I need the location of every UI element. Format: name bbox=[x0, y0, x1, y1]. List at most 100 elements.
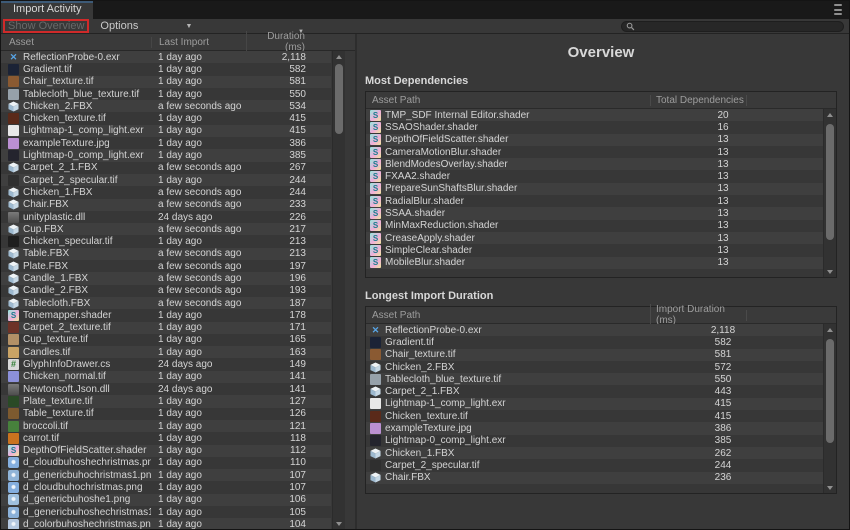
column-header-asset[interactable]: Asset bbox=[1, 37, 151, 48]
duration-cell: 110 bbox=[246, 457, 306, 468]
column-header-duration[interactable]: Duration (ms)▼ bbox=[246, 31, 308, 53]
column-header-import-duration[interactable]: Import Duration (ms) bbox=[650, 304, 746, 326]
table-row[interactable]: SSAOShader.shader16 bbox=[366, 121, 823, 133]
scroll-up-icon[interactable] bbox=[824, 109, 836, 120]
table-row[interactable]: d_colorbuhoshechristmas.png1 day ago104 bbox=[1, 518, 331, 529]
table-row[interactable]: TMP_SDF Internal Editor.shader20 bbox=[366, 109, 823, 121]
table-row[interactable]: Chicken_texture.tif415 bbox=[366, 410, 823, 422]
table-row[interactable]: unityplastic.dll24 days ago226 bbox=[1, 211, 331, 223]
left-scrollbar[interactable] bbox=[332, 51, 345, 529]
table-row[interactable]: Chicken_1.FBX262 bbox=[366, 447, 823, 459]
table-row[interactable]: d_genericbuhoshechristmas1.pn1 day ago10… bbox=[1, 506, 331, 518]
search-input[interactable] bbox=[635, 22, 839, 31]
table-row[interactable]: ReflectionProbe-0.exr2,118 bbox=[366, 324, 823, 336]
table-row[interactable]: Chicken_specular.tif1 day ago213 bbox=[1, 235, 331, 247]
table-row[interactable]: Chair_texture.tif1 day ago581 bbox=[1, 76, 331, 88]
table-scrollbar[interactable] bbox=[823, 109, 836, 277]
table-row[interactable]: RadialBlur.shader13 bbox=[366, 195, 823, 207]
table-row[interactable]: Gradient.tif1 day ago582 bbox=[1, 63, 331, 75]
table-row[interactable]: Chair.FBX236 bbox=[366, 472, 823, 484]
column-header-total-dependencies[interactable]: Total Dependencies bbox=[650, 95, 746, 106]
table-row[interactable]: Chair.FBXa few seconds ago233 bbox=[1, 199, 331, 211]
table-row[interactable]: BlendModesOverlay.shader13 bbox=[366, 158, 823, 170]
table-row[interactable]: DepthOfFieldScatter.shader1 day ago112 bbox=[1, 445, 331, 457]
table-row[interactable]: Carpet_2_specular.tif1 day ago244 bbox=[1, 174, 331, 186]
tab-strip: Import Activity bbox=[1, 1, 849, 19]
table-row[interactable]: Carpet_2_specular.tif244 bbox=[366, 459, 823, 471]
table-row[interactable]: ReflectionProbe-0.exr1 day ago2,118 bbox=[1, 51, 331, 63]
scrollbar-thumb[interactable] bbox=[826, 339, 834, 443]
table-row[interactable]: Carpet_2_texture.tif1 day ago171 bbox=[1, 322, 331, 334]
table-row[interactable]: Newtonsoft.Json.dll24 days ago141 bbox=[1, 383, 331, 395]
table-row[interactable]: MinMaxReduction.shader13 bbox=[366, 220, 823, 232]
table-row[interactable]: Table.FBXa few seconds ago213 bbox=[1, 248, 331, 260]
table-row[interactable]: Cup.FBXa few seconds ago217 bbox=[1, 223, 331, 235]
last-import-cell: 1 day ago bbox=[151, 457, 246, 468]
table-row[interactable]: Lightmap-1_comp_light.exr415 bbox=[366, 398, 823, 410]
import-activity-window: Import Activity Show Overview Options ▼ … bbox=[0, 0, 850, 530]
value-cell: 13 bbox=[648, 257, 798, 268]
options-dropdown[interactable]: Options ▼ bbox=[100, 20, 192, 32]
table-row[interactable]: d_genericbuhoshe1.png1 day ago106 bbox=[1, 494, 331, 506]
table-row[interactable]: d_genericbuhochristmas1.png1 day ago107 bbox=[1, 469, 331, 481]
scroll-down-icon[interactable] bbox=[824, 482, 836, 493]
table-row[interactable]: Chicken_2.FBXa few seconds ago534 bbox=[1, 100, 331, 112]
table-row[interactable]: Lightmap-1_comp_light.exr1 day ago415 bbox=[1, 125, 331, 137]
search-field[interactable] bbox=[621, 21, 844, 32]
table-row[interactable]: Chicken_2.FBX572 bbox=[366, 361, 823, 373]
table-row[interactable]: Chicken_normal.tif1 day ago141 bbox=[1, 371, 331, 383]
table-row[interactable]: Table_texture.tif1 day ago126 bbox=[1, 408, 331, 420]
table-row[interactable]: Chair_texture.tif581 bbox=[366, 349, 823, 361]
scrollbar-thumb[interactable] bbox=[826, 124, 834, 240]
pane-menu-icon[interactable] bbox=[834, 4, 842, 15]
table-row[interactable]: Carpet_2_1.FBXa few seconds ago267 bbox=[1, 162, 331, 174]
table-row[interactable]: carrot.tif1 day ago118 bbox=[1, 432, 331, 444]
table-row[interactable]: Lightmap-0_comp_light.exr1 day ago385 bbox=[1, 149, 331, 161]
tab-import-activity[interactable]: Import Activity bbox=[1, 1, 93, 19]
table-row[interactable]: Tablecloth.FBXa few seconds ago187 bbox=[1, 297, 331, 309]
value-cell: 13 bbox=[648, 196, 798, 207]
column-header-asset-path[interactable]: Asset Path bbox=[366, 95, 650, 106]
asset-name-cell: DepthOfFieldScatter.shader bbox=[1, 445, 151, 456]
table-row[interactable]: d_cloudbuhochristmas.png1 day ago107 bbox=[1, 481, 331, 493]
show-overview-button[interactable]: Show Overview bbox=[8, 20, 84, 33]
scroll-up-icon[interactable] bbox=[824, 324, 836, 335]
table-row[interactable]: DepthOfFieldScatter.shader13 bbox=[366, 134, 823, 146]
table-row[interactable]: Chicken_1.FBXa few seconds ago244 bbox=[1, 186, 331, 198]
table-row[interactable]: Candle_2.FBXa few seconds ago193 bbox=[1, 285, 331, 297]
table-row[interactable]: Tablecloth_blue_texture.tif1 day ago550 bbox=[1, 88, 331, 100]
table-row[interactable]: GlyphInfoDrawer.cs24 days ago149 bbox=[1, 358, 331, 370]
table-row[interactable]: Tonemapper.shader1 day ago178 bbox=[1, 309, 331, 321]
table-row[interactable]: Cup_texture.tif1 day ago165 bbox=[1, 334, 331, 346]
scroll-up-icon[interactable] bbox=[333, 51, 345, 62]
table-row[interactable]: Plate.FBXa few seconds ago197 bbox=[1, 260, 331, 272]
scroll-down-icon[interactable] bbox=[333, 518, 345, 529]
table-row[interactable]: Candle_1.FBXa few seconds ago196 bbox=[1, 272, 331, 284]
table-row[interactable]: Tablecloth_blue_texture.tif550 bbox=[366, 373, 823, 385]
scroll-down-icon[interactable] bbox=[824, 266, 836, 277]
table-row[interactable]: exampleTexture.jpg386 bbox=[366, 422, 823, 434]
table-row[interactable]: MobileBlur.shader13 bbox=[366, 257, 823, 269]
table-row[interactable]: CameraMotionBlur.shader13 bbox=[366, 146, 823, 158]
table-row[interactable]: Candles.tif1 day ago163 bbox=[1, 346, 331, 358]
model-cube-icon bbox=[8, 101, 19, 112]
table-row[interactable]: FXAA2.shader13 bbox=[366, 170, 823, 182]
column-header-last-import[interactable]: Last Import bbox=[151, 37, 246, 48]
table-row[interactable]: SSAA.shader13 bbox=[366, 207, 823, 219]
table-row[interactable]: exampleTexture.jpg1 day ago386 bbox=[1, 137, 331, 149]
table-row[interactable]: Gradient.tif582 bbox=[366, 336, 823, 348]
scrollbar-thumb[interactable] bbox=[335, 64, 343, 134]
table-row[interactable]: PrepareSunShaftsBlur.shader13 bbox=[366, 183, 823, 195]
duration-cell: 385 bbox=[246, 150, 306, 161]
table-row[interactable]: Plate_texture.tif1 day ago127 bbox=[1, 395, 331, 407]
column-header-asset-path[interactable]: Asset Path bbox=[366, 310, 650, 321]
table-row[interactable]: CreaseApply.shader13 bbox=[366, 232, 823, 244]
table-row[interactable]: Carpet_2_1.FBX443 bbox=[366, 385, 823, 397]
table-scrollbar[interactable] bbox=[823, 324, 836, 493]
table-row[interactable]: Chicken_texture.tif1 day ago415 bbox=[1, 112, 331, 124]
asset-name-cell: d_genericbuhoshechristmas1.pn bbox=[1, 507, 151, 518]
table-row[interactable]: d_cloudbuhoshechristmas.png1 day ago110 bbox=[1, 457, 331, 469]
table-row[interactable]: broccoli.tif1 day ago121 bbox=[1, 420, 331, 432]
table-row[interactable]: Lightmap-0_comp_light.exr385 bbox=[366, 435, 823, 447]
table-row[interactable]: SimpleClear.shader13 bbox=[366, 244, 823, 256]
